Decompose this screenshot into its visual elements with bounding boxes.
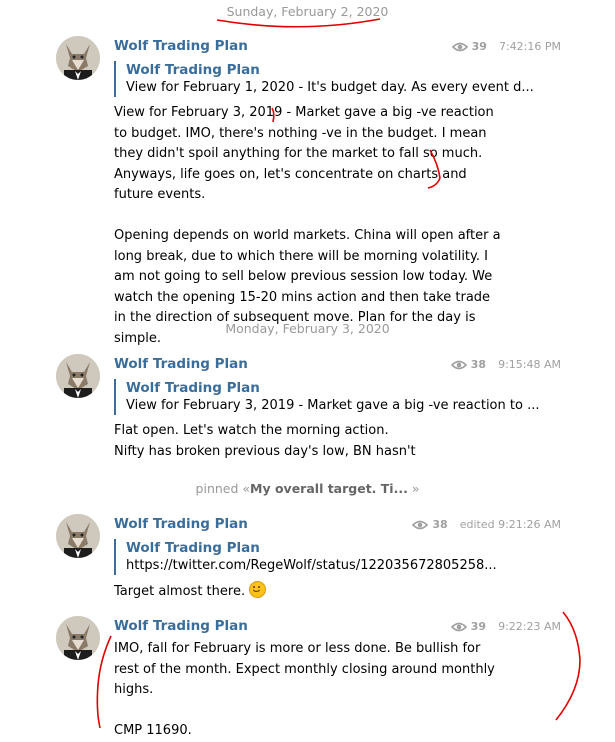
reply-text: View for February 3, 2019 - Market gave …: [126, 398, 540, 413]
message-author[interactable]: Wolf Trading Plan: [114, 38, 248, 54]
eye-icon: [450, 360, 467, 369]
pinned-notice[interactable]: pinned «My overall target. Ti... »: [0, 481, 615, 496]
wolf-avatar[interactable]: [56, 354, 100, 398]
reply-author: Wolf Trading Plan: [126, 540, 260, 556]
view-count: 38: [432, 518, 448, 531]
wolf-avatar[interactable]: [56, 514, 100, 558]
smile-emoji: [249, 581, 267, 598]
view-count: 39: [470, 620, 487, 633]
message-line: Flat open. Let's watch the morning actio…: [114, 423, 389, 438]
message-paragraph: View for February 3, 2019 - Market gave …: [114, 105, 494, 202]
message-author[interactable]: Wolf Trading Plan: [114, 618, 248, 634]
message-line: Target almost there.: [114, 584, 246, 599]
eye-icon: [450, 622, 467, 631]
message-text: Target almost there.: [114, 581, 504, 603]
pinned-title[interactable]: My overall target. Ti...: [250, 481, 408, 496]
eye-icon: [412, 520, 429, 529]
wolf-avatar-image: [56, 36, 100, 80]
message-meta: 38 edited 9:21:26 AM: [412, 518, 561, 531]
wolf-avatar[interactable]: [56, 36, 100, 80]
eye-icon: [451, 42, 468, 51]
date-separator-monday: Monday, February 3, 2020: [225, 321, 390, 336]
message-line: IMO, fall for February is more or less d…: [114, 641, 495, 697]
reply-text[interactable]: https://twitter.com/RegeWolf/status/1220…: [126, 557, 497, 575]
message-meta: 39 7:42:16 PM: [451, 40, 561, 53]
message-time[interactable]: edited 9:21:26 AM: [460, 518, 561, 531]
message-author[interactable]: Wolf Trading Plan: [114, 356, 248, 372]
message-time[interactable]: 7:42:16 PM: [499, 40, 561, 53]
message-time[interactable]: 9:15:48 AM: [498, 358, 561, 371]
message-text: Flat open. Let's watch the morning actio…: [114, 421, 504, 462]
message-meta: 39 9:22:23 AM: [450, 620, 561, 633]
wolf-avatar-image: [56, 354, 100, 398]
message-line: Nifty has broken previous day's low, BN …: [114, 443, 416, 459]
message-meta: 38 9:15:48 AM: [450, 358, 561, 371]
message-time[interactable]: 9:22:23 AM: [498, 620, 561, 633]
view-count: 39: [471, 40, 487, 53]
reply-quote[interactable]: Wolf Trading Plan View for February 1, 2…: [114, 61, 534, 97]
pinned-suffix: »: [407, 481, 420, 496]
wolf-avatar[interactable]: [56, 616, 100, 660]
wolf-avatar-image: [56, 616, 100, 660]
reply-quote[interactable]: Wolf Trading Plan https://twitter.com/Re…: [114, 539, 497, 575]
message-text: View for February 3, 2019 - Market gave …: [114, 103, 504, 349]
reply-quote[interactable]: Wolf Trading Plan View for February 3, 2…: [114, 379, 539, 415]
pinned-prefix: pinned «: [195, 481, 251, 496]
wolf-avatar-image: [56, 514, 100, 558]
reply-author: Wolf Trading Plan: [126, 380, 260, 396]
view-count: 38: [470, 358, 487, 371]
reply-text: View for February 1, 2020 - It's budget …: [126, 80, 534, 95]
message-line: CMP 11690.: [114, 723, 192, 738]
reply-author: Wolf Trading Plan: [126, 62, 260, 78]
date-separator-sunday: Sunday, February 2, 2020: [226, 4, 389, 19]
message-author[interactable]: Wolf Trading Plan: [114, 516, 248, 532]
message-text: IMO, fall for February is more or less d…: [114, 639, 504, 742]
